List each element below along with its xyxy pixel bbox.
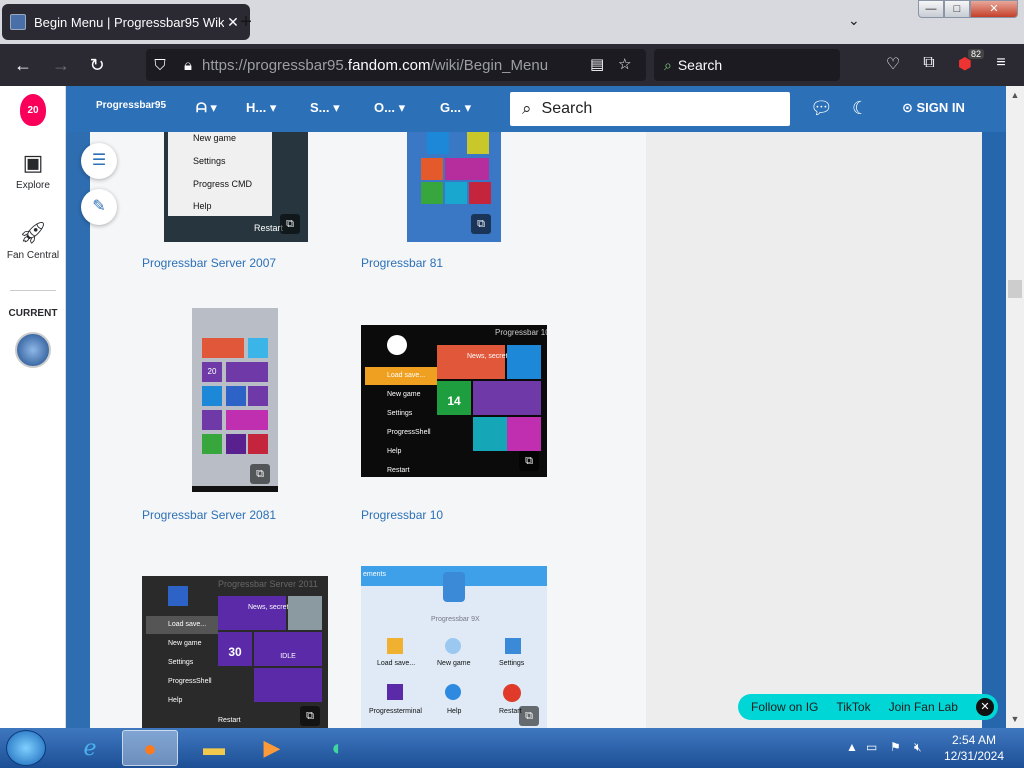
ublock-icon[interactable]: ⬢ 82 [954,49,984,74]
lock-icon[interactable]: 🔒︎ [174,57,202,74]
search-bar[interactable]: ⌕ Search [654,49,840,81]
dark-mode-icon[interactable]: ☾ [852,98,868,119]
tray-expand-icon[interactable]: ▲ [846,740,858,754]
table-of-contents-icon[interactable]: ☰ [81,143,117,179]
url-bar[interactable]: ⛉ 🔒︎ https://progressbar95.fandom.com/wi… [146,49,646,81]
system-clock[interactable]: 2:54 AM 12/31/2024 [940,732,1008,764]
tiktok-link[interactable]: TikTok [836,700,870,714]
action-center-flag-icon[interactable]: ⚑ [890,740,901,754]
join-fan-lab-link[interactable]: Join Fan Lab [889,700,958,714]
search-icon: ⌕ [522,99,532,118]
fandom-global-nav: 20 ▣ Explore 🚀︎ Fan Central CURRENT [0,86,66,728]
gallery-image-server-2007[interactable]: New game Settings Progress CMD Help Rest… [164,132,308,242]
nav-menu-s[interactable]: S... ▾ [310,100,340,116]
back-button[interactable]: ← [10,52,36,78]
wiki-search-input[interactable]: ⌕ Search [510,92,790,126]
nav-menu-g[interactable]: G... ▾ [440,100,471,116]
nav-menu-h[interactable]: H... ▾ [246,100,276,116]
extensions-badge: 82 [967,49,984,59]
list-all-tabs-button[interactable]: ⌄ [848,12,860,29]
fandom-logo-icon[interactable]: 20 [20,94,46,126]
gallery-content: New game Settings Progress CMD Help Rest… [90,132,646,728]
window-maximize-button[interactable]: □ [944,0,970,18]
scrollbar-thumb[interactable] [1008,280,1022,298]
social-promo-bar: Follow on IG TikTok Join Fan Lab ✕ [738,694,998,720]
media-player-icon[interactable]: ▶ [244,730,300,766]
start-button[interactable] [6,730,46,766]
sign-in-button[interactable]: ⊙ SIGN IN [902,100,965,116]
file-explorer-icon[interactable]: ▬ [186,730,242,766]
page-scrollbar[interactable]: ▲ ▼ [1006,86,1024,728]
nav-menu-o[interactable]: O... ▾ [374,100,405,116]
internet-explorer-icon[interactable]: ℯ [62,730,118,766]
wiki-header: Progressbar95 ᗩ ▾ H... ▾ S... ▾ O... ▾ G… [66,86,1006,132]
follow-ig-link[interactable]: Follow on IG [751,700,818,714]
gallery-caption[interactable]: Progressbar 10 [361,508,443,522]
reload-button[interactable]: ↻ [84,52,110,78]
extensions-icon[interactable]: ⧉ [918,54,940,72]
nav-menu-wiki-icon[interactable]: ᗩ ▾ [196,100,217,116]
current-label: CURRENT [8,308,58,319]
pocket-icon[interactable]: ♡ [882,54,904,74]
explore-icon: ▣ [22,150,44,175]
wiki-background-right [982,132,1006,728]
discussions-icon[interactable]: 💬︎ [810,98,833,119]
window-close-button[interactable]: ✕ [970,0,1018,18]
new-tab-button[interactable]: + [234,10,258,34]
search-bar-label: Search [677,57,723,73]
tab-strip: Begin Menu | Progressbar95 Wiki ✕ + ⌄ — … [0,0,1024,44]
active-tab[interactable]: Begin Menu | Progressbar95 Wiki ✕ [2,4,250,40]
firefox-icon[interactable]: ● [122,730,178,766]
expand-icon[interactable]: ⧉ [280,214,300,234]
right-rail [646,132,982,728]
url-text[interactable]: https://progressbar95.fandom.com/wiki/Be… [202,57,548,74]
scroll-down-icon[interactable]: ▼ [1006,714,1024,724]
reader-view-icon[interactable]: ▤ [590,55,604,73]
gallery-image-progressbar-9x[interactable]: ements Progressbar 9X Load save... New g… [361,566,547,728]
network-icon[interactable]: ▭ [866,740,877,754]
current-wiki-icon[interactable] [15,332,51,368]
gallery-image-server-2081[interactable]: 20 ⧉ [192,308,278,492]
tab-title: Begin Menu | Progressbar95 Wiki [34,14,224,30]
shield-icon[interactable]: ⛉ [146,57,174,74]
wiki-logo[interactable]: Progressbar95 [96,100,166,111]
scroll-up-icon[interactable]: ▲ [1006,90,1024,100]
gallery-image-progressbar-81[interactable]: ⧉ [407,132,501,242]
expand-icon[interactable]: ⧉ [519,451,539,471]
expand-icon[interactable]: ⧉ [519,706,539,726]
expand-icon[interactable]: ⧉ [300,706,320,726]
gallery-caption[interactable]: Progressbar 81 [361,256,443,270]
expand-icon[interactable]: ⧉ [250,464,270,484]
edit-pencil-icon[interactable]: ✎ [81,189,117,225]
window-minimize-button[interactable]: — [918,0,944,18]
gallery-image-progressbar-10[interactable]: Progressbar 10 Load save... New game Set… [361,325,547,477]
rocket-icon: 🚀︎ [19,220,47,245]
menu-hamburger-icon[interactable]: ≡ [990,54,1012,72]
windows-taskbar: ℯ ● ▬ ▶ ◐ ▲ ▭ ⚑ 🔇︎ 2:54 AM 12/31/2024 [0,728,1024,768]
navigation-toolbar: ← → ↻ ⛉ 🔒︎ https://progressbar95.fandom.… [0,44,1024,86]
expand-icon[interactable]: ⧉ [471,214,491,234]
bookmark-star-icon[interactable]: ☆ [618,55,631,73]
gallery-image-server-2011[interactable]: Progressbar Server 2011 Load save... New… [142,576,328,728]
gallery-caption[interactable]: Progressbar Server 2081 [142,508,276,522]
forward-button[interactable]: → [48,52,74,78]
search-icon: ⌕ [664,56,672,73]
wiki-favicon-icon [10,14,26,30]
divider [10,290,56,291]
close-icon[interactable]: ✕ [976,698,994,716]
explore-button[interactable]: ▣ Explore [0,150,66,191]
app-icon[interactable]: ◐ [310,730,366,766]
fan-central-button[interactable]: 🚀︎ Fan Central [0,220,66,261]
volume-muted-icon[interactable]: 🔇︎ [914,740,922,755]
gallery-caption[interactable]: Progressbar Server 2007 [142,256,276,270]
